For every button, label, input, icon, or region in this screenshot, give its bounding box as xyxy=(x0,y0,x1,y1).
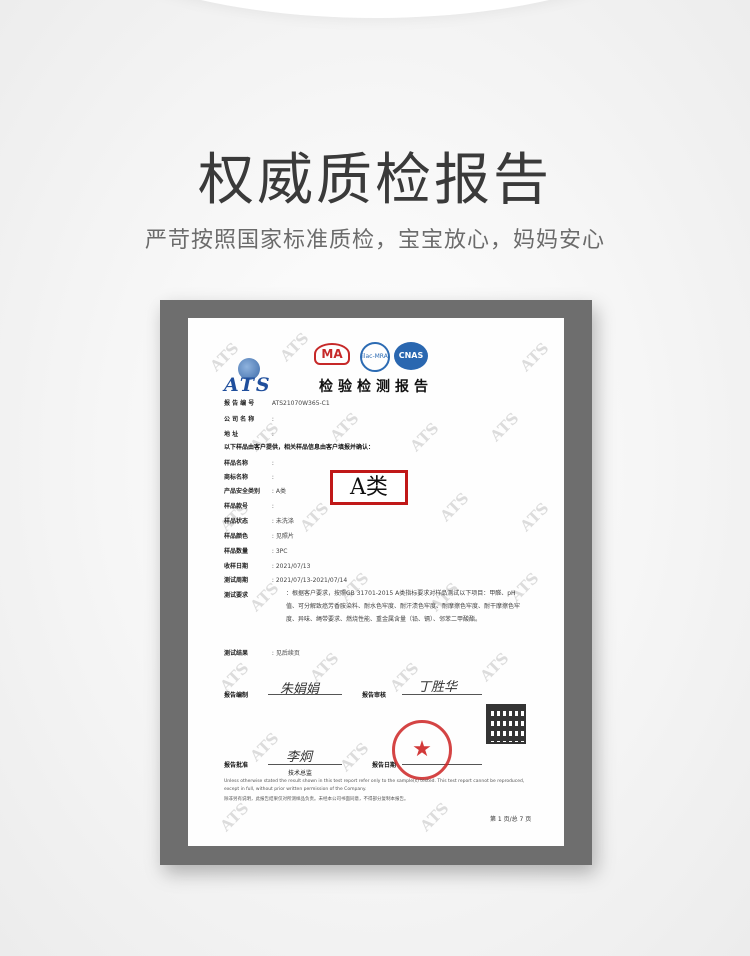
test-requirement-row: 测试要求 xyxy=(224,590,270,599)
field-row: 样品名称 : xyxy=(224,458,274,467)
test-result-value: : 见后续页 xyxy=(271,650,300,657)
field-row: 样品款号 : xyxy=(224,501,274,510)
report-no-row: 报 告 编 号 ATS21070W365-C1 xyxy=(224,398,330,407)
page-subtitle: 严苛按照国家标准质检，宝宝放心，妈妈安心 xyxy=(144,228,605,253)
watermark: ATS xyxy=(516,339,553,375)
watermark: ATS xyxy=(516,499,553,535)
signature-line xyxy=(268,764,342,765)
field-value: : A类 xyxy=(271,488,286,495)
star-icon: ★ xyxy=(412,737,432,762)
prepared-by-label: 报告编制 xyxy=(224,692,249,699)
watermark: ATS xyxy=(296,499,333,535)
field-value: : 2021/07/13 xyxy=(271,563,311,570)
ma-logo: MA xyxy=(314,343,350,365)
issue-date-label: 报告日期 xyxy=(372,762,397,769)
field-label: 样品名称 xyxy=(224,460,249,467)
signature-line xyxy=(268,694,342,695)
field-label: 地 址 xyxy=(224,431,239,438)
cnas-logo: CNAS xyxy=(394,342,428,370)
test-requirement-label: 测试要求 xyxy=(224,592,249,599)
field-value: : 见照片 xyxy=(271,533,294,540)
report-no-value: ATS21070W365-C1 xyxy=(271,400,330,407)
approved-by-signature: 李炯 xyxy=(286,750,313,765)
field-label: 样品款号 xyxy=(224,503,249,510)
field-label: 收样日期 xyxy=(224,563,249,570)
page-number: 第 1 页/总 7 页 xyxy=(490,816,532,823)
field-value: : xyxy=(271,460,274,467)
ilac-logo: ilac-MRA xyxy=(360,342,390,372)
footer-disclaimer-cn: 除非另有说明，此报告结果仅对所测样品负责。未经本公司书面同意，不得部分复制本报告… xyxy=(224,797,409,802)
watermark: ATS xyxy=(216,799,253,835)
field-label: 测试周期 xyxy=(224,577,249,584)
field-value: : xyxy=(271,503,274,510)
field-row: 样品状态 : 未洗涤 xyxy=(224,516,294,525)
reviewed-by-signature: 丁胜华 xyxy=(418,680,458,695)
certificate-document: ATS ATS ATS ATS ATS ATS ATS ATS ATS ATS … xyxy=(188,318,564,846)
watermark: ATS xyxy=(436,489,473,525)
client-note: 以下样品由客户提供，相关样品信息由客户填报并确认： xyxy=(224,444,375,451)
field-value: : xyxy=(271,431,274,438)
watermark: ATS xyxy=(486,409,523,445)
field-row: 收样日期 : 2021/07/13 xyxy=(224,561,310,570)
field-row: 地 址 : xyxy=(224,429,274,438)
signature-line xyxy=(402,694,482,695)
approved-by-title: 技术总监 xyxy=(288,770,313,777)
approved-by-label: 报告批准 xyxy=(224,762,249,769)
field-label: 样品状态 xyxy=(224,518,249,525)
safety-class-highlight: A类 xyxy=(330,470,408,505)
watermark: ATS xyxy=(416,799,453,835)
top-decorative-arc xyxy=(60,0,690,18)
test-result-label: 测试结果 xyxy=(224,650,249,657)
field-value: : xyxy=(271,416,274,423)
test-requirement-text: ：根据客户要求，按照GB 31701-2015 A类指标要求对样品测试以下项目：… xyxy=(286,590,521,623)
field-row: 商标名称 : xyxy=(224,472,274,481)
field-value: : 未洗涤 xyxy=(271,518,294,525)
watermark: ATS xyxy=(246,729,283,765)
watermark: ATS xyxy=(386,659,423,695)
field-label: 样品颜色 xyxy=(224,533,249,540)
field-row: 样品颜色 : 见照片 xyxy=(224,531,294,540)
field-value: : 3PC xyxy=(271,548,288,555)
page-title: 权威质检报告 xyxy=(198,148,552,213)
official-seal: ★ xyxy=(392,720,452,780)
field-row: 测试周期 : 2021/07/13-2021/07/14 xyxy=(224,575,347,584)
qr-code-icon xyxy=(486,704,526,744)
certificate-frame[interactable]: ATS ATS ATS ATS ATS ATS ATS ATS ATS ATS … xyxy=(160,300,592,865)
field-label: 样品数量 xyxy=(224,548,249,555)
field-label: 公 司 名 称 xyxy=(224,416,255,423)
certificate-heading: 检验检测报告 xyxy=(319,379,433,395)
field-label: 产品安全类别 xyxy=(224,488,261,495)
reviewed-by-label: 报告审核 xyxy=(362,692,387,699)
field-row: 样品数量 : 3PC xyxy=(224,546,287,555)
watermark: ATS xyxy=(326,409,363,445)
field-row: 产品安全类别 : A类 xyxy=(224,486,286,495)
field-label: 商标名称 xyxy=(224,474,249,481)
watermark: ATS xyxy=(336,739,373,775)
field-value: : 2021/07/13-2021/07/14 xyxy=(271,577,348,584)
test-result-row: 测试结果 : 见后续页 xyxy=(224,648,300,657)
watermark: ATS xyxy=(406,419,443,455)
footer-disclaimer-en: Unless otherwise stated the result shown… xyxy=(224,779,525,792)
report-no-label: 报 告 编 号 xyxy=(224,400,255,407)
field-value: : xyxy=(271,474,274,481)
field-row: 公 司 名 称 : xyxy=(224,414,274,423)
watermark: ATS xyxy=(476,649,513,685)
